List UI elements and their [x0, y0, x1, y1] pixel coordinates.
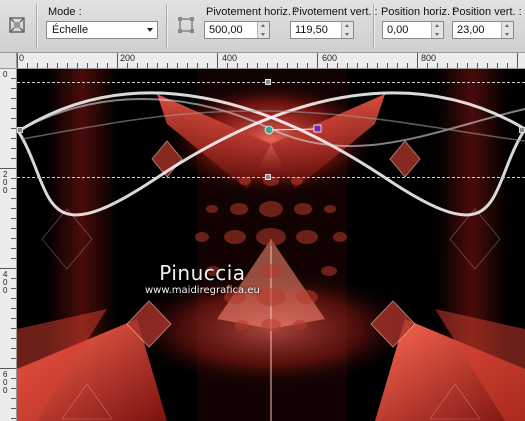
horizontal-ruler: 0 200 400 600 800	[16, 53, 525, 69]
tool-options-bar: Mode : Échelle Pivotement horiz. : 500,0…	[0, 0, 525, 53]
ruler-label: 200	[120, 53, 136, 63]
resize-handle-top[interactable]	[265, 79, 271, 85]
separator	[36, 4, 37, 48]
spinner[interactable]	[341, 22, 353, 38]
deform-tool-icon[interactable]	[174, 13, 198, 37]
mode-label: Mode :	[48, 6, 82, 18]
spinner[interactable]	[257, 22, 269, 38]
pivot-h-input[interactable]: 500,00	[204, 21, 270, 39]
separator	[373, 4, 374, 48]
ruler-label: 6 0 0	[3, 370, 8, 395]
pivot-v-value: 119,50	[295, 24, 328, 36]
pivot-v-input[interactable]: 119,50	[290, 21, 354, 39]
mode-select[interactable]: Échelle	[46, 21, 158, 39]
separator	[166, 4, 167, 48]
mode-select-value: Échelle	[52, 24, 89, 36]
canvas-artwork	[17, 69, 525, 421]
selection-bottom-edge	[17, 177, 525, 178]
spinner[interactable]	[501, 22, 513, 38]
pick-tool-icon[interactable]	[5, 13, 29, 37]
ruler-corner	[0, 53, 17, 69]
pivot-v-label: Pivotement vert. :	[292, 6, 378, 18]
ruler-label: 600	[322, 53, 338, 63]
ruler-label: 0	[19, 53, 25, 63]
ruler-label: 0	[3, 70, 8, 79]
image-canvas[interactable]: Pinuccia www.maidiregrafica.eu	[17, 69, 525, 421]
pos-h-value: 0,00	[387, 24, 409, 36]
pos-h-input[interactable]: 0,00	[382, 21, 444, 39]
chevron-down-icon	[147, 28, 153, 32]
ruler-label: 800	[421, 53, 437, 63]
pos-v-value: 23,00	[457, 24, 485, 36]
resize-handle-left[interactable]	[17, 127, 23, 133]
watermark-name: Pinuccia	[159, 261, 246, 285]
pivot-h-label: Pivotement horiz. :	[206, 6, 298, 18]
ruler-label: 4 0 0	[3, 270, 8, 295]
resize-handle-bottom[interactable]	[265, 174, 271, 180]
ruler-label: 400	[222, 53, 238, 63]
watermark: Pinuccia www.maidiregrafica.eu	[145, 261, 260, 296]
watermark-url: www.maidiregrafica.eu	[145, 285, 260, 296]
pivot-h-value: 500,00	[209, 24, 243, 36]
vertical-ruler: 0 2 0 0 4 0 0 6 0 0	[0, 53, 17, 421]
spinner[interactable]	[431, 22, 443, 38]
pos-v-input[interactable]: 23,00	[452, 21, 514, 39]
ruler-label: 2 0 0	[3, 170, 8, 195]
pos-h-label: Position horiz. :	[381, 6, 457, 18]
resize-handle-right[interactable]	[519, 127, 525, 133]
selection-top-edge	[17, 82, 525, 83]
pos-v-label: Position vert. :	[452, 6, 522, 18]
